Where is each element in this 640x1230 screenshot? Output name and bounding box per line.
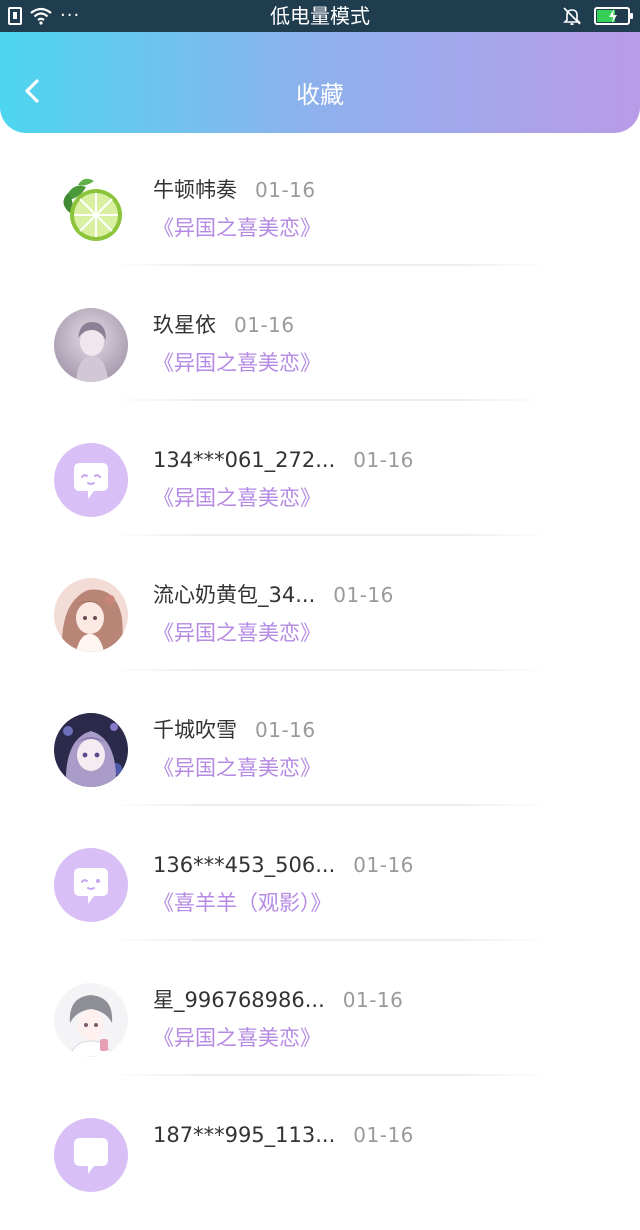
list-item[interactable]: 玖星依 01-16 《异国之喜美恋》	[0, 285, 640, 420]
lime-mint-avatar[interactable]	[54, 173, 128, 247]
work-title-link[interactable]: 《异国之喜美恋》	[153, 214, 321, 242]
list-item[interactable]: 星_996768986... 01-16 《异国之喜美恋》	[0, 960, 640, 1095]
list-item[interactable]: 牛顿帏奏 01-16 《异国之喜美恋》	[0, 150, 640, 285]
item-header: 玖星依 01-16	[153, 311, 295, 339]
page-header: 收藏	[0, 32, 640, 133]
faded-girl-avatar[interactable]	[54, 308, 128, 382]
item-header: 187***995_113... 01-16	[153, 1121, 414, 1149]
charging-bolt-icon	[609, 9, 617, 23]
item-header: 136***453_506... 01-16	[153, 851, 414, 879]
username[interactable]: 流心奶黄包_34...	[153, 581, 315, 609]
date: 01-16	[234, 313, 295, 337]
date: 01-16	[353, 448, 414, 472]
divider	[110, 804, 550, 806]
work-title-link[interactable]: 《异国之喜美恋》	[153, 619, 321, 647]
bell-muted-icon	[563, 7, 581, 26]
list-item[interactable]: 187***995_113... 01-16	[0, 1095, 640, 1230]
date: 01-16	[353, 853, 414, 877]
battery-icon	[594, 7, 633, 25]
work-title-link[interactable]: 《异国之喜美恋》	[153, 484, 321, 512]
work-title-link[interactable]: 《喜羊羊（观影）》	[153, 889, 332, 917]
list-item[interactable]: 千城吹雪 01-16 《异国之喜美恋》	[0, 690, 640, 825]
date: 01-16	[255, 178, 316, 202]
favorites-list: 牛顿帏奏 01-16 《异国之喜美恋》 玖星依 01-16 《异国之喜美恋》 1…	[0, 150, 640, 1230]
anime-girl-avatar[interactable]	[54, 578, 128, 652]
username[interactable]: 134***061_272...	[153, 446, 335, 474]
divider	[110, 1074, 550, 1076]
username[interactable]: 牛顿帏奏	[153, 176, 237, 204]
item-header: 千城吹雪 01-16	[153, 716, 316, 744]
username[interactable]: 187***995_113...	[153, 1121, 335, 1149]
status-bar-title: 低电量模式	[270, 4, 370, 28]
status-bar: ··· 低电量模式	[0, 0, 640, 32]
username[interactable]: 星_996768986...	[153, 986, 325, 1014]
anime-boy-avatar[interactable]	[54, 983, 128, 1057]
default-chat-bubble-avatar[interactable]	[54, 443, 128, 517]
divider	[110, 669, 550, 671]
date: 01-16	[342, 988, 404, 1012]
page-title: 收藏	[296, 81, 344, 109]
date: 01-16	[333, 583, 394, 607]
divider	[110, 534, 550, 536]
date: 01-16	[255, 718, 316, 742]
item-header: 134***061_272... 01-16	[153, 446, 414, 474]
divider	[110, 264, 550, 266]
username[interactable]: 千城吹雪	[153, 716, 237, 744]
divider	[110, 399, 550, 401]
list-item[interactable]: 136***453_506... 01-16 《喜羊羊（观影）》	[0, 825, 640, 960]
work-title-link[interactable]: 《异国之喜美恋》	[153, 1024, 321, 1052]
item-header: 星_996768986... 01-16	[153, 986, 403, 1014]
anime-girl-dark-avatar[interactable]	[54, 713, 128, 787]
username[interactable]: 136***453_506...	[153, 851, 335, 879]
item-header: 牛顿帏奏 01-16	[153, 176, 316, 204]
username[interactable]: 玖星依	[153, 311, 216, 339]
default-chat-bubble-avatar[interactable]	[54, 1118, 128, 1192]
divider	[110, 939, 550, 941]
list-item[interactable]: 134***061_272... 01-16 《异国之喜美恋》	[0, 420, 640, 555]
work-title-link[interactable]: 《异国之喜美恋》	[153, 349, 321, 377]
list-item[interactable]: 流心奶黄包_34... 01-16 《异国之喜美恋》	[0, 555, 640, 690]
status-right-icons	[562, 4, 633, 28]
work-title-link[interactable]: 《异国之喜美恋》	[153, 754, 321, 782]
default-chat-bubble-avatar[interactable]	[54, 848, 128, 922]
date: 01-16	[353, 1123, 414, 1147]
item-header: 流心奶黄包_34... 01-16	[153, 581, 394, 609]
